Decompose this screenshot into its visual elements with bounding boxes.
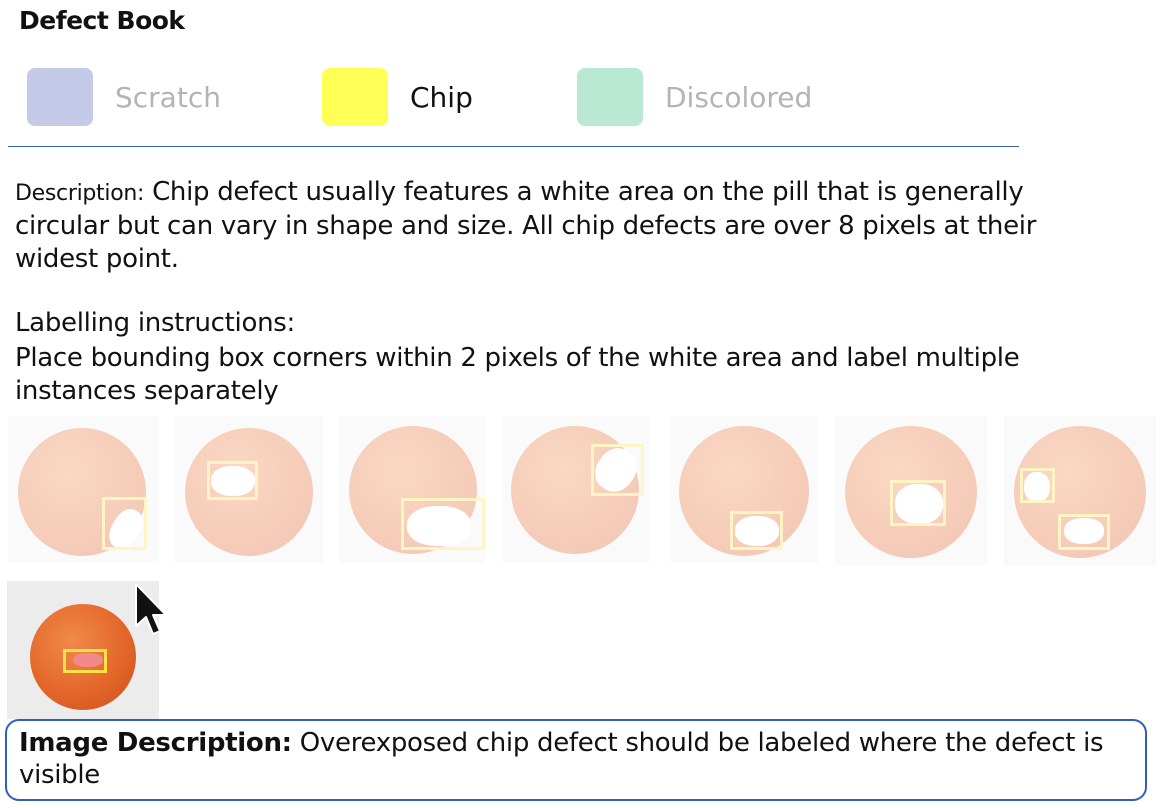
bounding-box: [890, 480, 946, 526]
divider: [8, 146, 1019, 147]
legend-item-discolored[interactable]: Discolored: [577, 68, 812, 126]
instructions-text: Place bounding box corners within 2 pixe…: [15, 343, 1020, 406]
image-description-box: Image Description: Overexposed chip defe…: [5, 719, 1147, 801]
legend-label-scratch: Scratch: [115, 80, 221, 114]
description-label: Description:: [15, 181, 145, 206]
legend-item-scratch[interactable]: Scratch: [27, 68, 221, 126]
legend-item-chip[interactable]: Chip: [322, 68, 473, 126]
bounding-box: [63, 649, 107, 673]
example-image-1[interactable]: [8, 416, 159, 563]
legend-label-chip: Chip: [410, 80, 473, 114]
chip-swatch: [322, 68, 388, 126]
bounding-box: [102, 497, 147, 550]
bounding-box: [207, 461, 258, 500]
bounding-box: [591, 444, 644, 496]
legend-label-discolored: Discolored: [665, 80, 813, 114]
bounding-box: [401, 498, 485, 550]
bounding-box: [730, 511, 783, 550]
example-image-2[interactable]: [175, 416, 323, 563]
example-image-3[interactable]: [339, 416, 486, 563]
description: Description: Chip defect usually feature…: [15, 176, 1045, 276]
scratch-swatch: [27, 68, 93, 126]
bounding-box: [1058, 514, 1110, 550]
example-image-4[interactable]: [503, 416, 649, 563]
mouse-cursor-icon: [135, 583, 167, 635]
instructions-title: Labelling instructions:: [15, 308, 295, 338]
image-description-label: Image Description:: [19, 728, 292, 758]
description-text: Chip defect usually features a white are…: [15, 177, 1037, 274]
example-image-6[interactable]: [835, 416, 987, 566]
example-image-7[interactable]: [1004, 416, 1156, 566]
example-image-5[interactable]: [671, 416, 818, 563]
page-title: Defect Book: [19, 6, 185, 35]
discolored-swatch: [577, 68, 643, 126]
bounding-box: [1020, 468, 1055, 503]
